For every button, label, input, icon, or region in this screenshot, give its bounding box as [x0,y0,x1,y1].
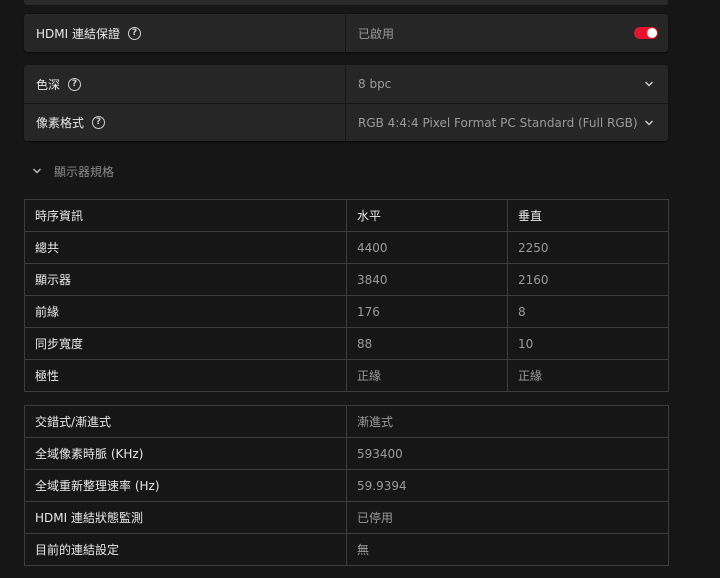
row-value: 正緣 [346,359,508,392]
table-row: 交錯式/漸進式 漸進式 [24,405,669,438]
chevron-down-icon[interactable] [644,118,654,128]
row-label: 極性 [24,359,347,392]
row-value: 2250 [507,231,669,264]
timing-header-cell: 水平 [346,199,508,232]
row-label: 全域像素時脈 (KHz) [24,437,347,470]
display-specs-toggle[interactable]: 顯示器規格 [24,158,114,184]
display-specs-title: 顯示器規格 [54,164,115,179]
hdmi-link-row: HDMI 連結保證 ? 已啟用 [24,14,668,52]
help-icon[interactable]: ? [68,77,82,91]
row-value: 4400 [346,231,508,264]
row-label: 總共 [24,231,347,264]
color-depth-dropdown[interactable]: 8 bpc [346,65,668,103]
pixel-format-dropdown[interactable]: RGB 4:4:4 Pixel Format PC Standard (Full… [346,104,668,141]
table-row: HDMI 連結狀態監測 已停用 [24,501,669,534]
row-value: 88 [346,327,508,360]
timing-header-row: 時序資訊 水平 垂直 [24,199,669,232]
row-label: 全域重新整理速率 (Hz) [24,469,347,502]
table-row: 總共 4400 2250 [24,231,669,264]
hdmi-link-label: HDMI 連結保證 [36,26,120,41]
help-icon[interactable]: ? [92,116,106,129]
table-row: 極性 正緣 正緣 [24,359,669,392]
color-depth-value: 8 bpc [358,77,392,91]
row-value: 10 [507,327,669,360]
row-value: 593400 [346,437,669,470]
table-row: 前緣 176 8 [24,295,669,328]
previous-card-edge [24,0,668,5]
timing-table: 時序資訊 水平 垂直 總共 4400 2250 顯示器 3840 2160 前緣… [24,199,669,392]
row-value: 2160 [507,263,669,296]
row-value: 無 [346,533,669,566]
color-depth-label: 色深 [36,77,61,92]
chevron-down-icon [33,168,41,174]
timing-header-cell: 垂直 [507,199,669,232]
table-row: 全域重新整理速率 (Hz) 59.9394 [24,469,669,502]
help-icon[interactable]: ? [127,26,141,40]
row-label: 同步寬度 [24,327,347,360]
hdmi-link-toggle[interactable] [634,27,658,39]
hdmi-link-value: 已啟用 [358,26,395,41]
info-table: 交錯式/漸進式 漸進式 全域像素時脈 (KHz) 593400 全域重新整理速率… [24,405,669,566]
timing-header-cell: 時序資訊 [24,199,347,232]
row-label: 前緣 [24,295,347,328]
table-row: 顯示器 3840 2160 [24,263,669,296]
row-label: HDMI 連結狀態監測 [24,501,347,534]
pixel-format-label: 像素格式 [36,116,85,130]
pixel-format-value: RGB 4:4:4 Pixel Format PC Standard (Full… [358,115,638,130]
row-value: 3840 [346,263,508,296]
format-card: 色深 ? 8 bpc 像素格式 ? RGB 4:4:4 Pixel Format… [24,65,668,141]
color-depth-row[interactable]: 色深 ? 8 bpc [24,65,668,103]
table-row: 同步寬度 88 10 [24,327,669,360]
row-label: 交錯式/漸進式 [24,405,347,438]
row-value: 正緣 [507,359,669,392]
row-value: 59.9394 [346,469,669,502]
hdmi-link-card: HDMI 連結保證 ? 已啟用 [24,14,668,52]
table-row: 目前的連結設定 無 [24,533,669,566]
row-value: 8 [507,295,669,328]
row-value: 漸進式 [346,405,669,438]
pixel-format-row[interactable]: 像素格式 ? RGB 4:4:4 Pixel Format PC Standar… [24,103,668,141]
chevron-down-icon[interactable] [644,79,654,89]
row-value: 已停用 [346,501,669,534]
row-label: 顯示器 [24,263,347,296]
toggle-knob [647,28,657,38]
row-label: 目前的連結設定 [24,533,347,566]
row-value: 176 [346,295,508,328]
table-row: 全域像素時脈 (KHz) 593400 [24,437,669,470]
